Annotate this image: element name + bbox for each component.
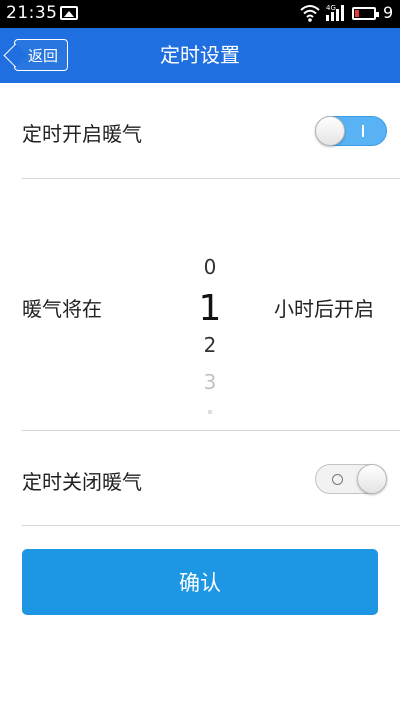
- picker-fade-marker: [208, 410, 212, 414]
- battery-level: 9: [383, 3, 394, 22]
- status-time: 21:35: [6, 3, 58, 23]
- app-header: 返回 定时设置: [0, 28, 400, 83]
- toggle-knob: [315, 116, 345, 146]
- delay-suffix-label: 小时后开启: [274, 297, 374, 321]
- timer-off-toggle[interactable]: [315, 464, 387, 494]
- back-button[interactable]: 返回: [14, 39, 68, 71]
- toggle-on-mark-icon: [362, 125, 364, 137]
- confirm-button-label: 确认: [179, 571, 221, 595]
- picker-option-selected[interactable]: 1: [180, 288, 240, 329]
- back-button-label: 返回: [27, 46, 58, 65]
- wifi-icon: [300, 5, 320, 22]
- picker-option[interactable]: 0: [180, 255, 240, 279]
- timer-on-toggle[interactable]: [315, 116, 387, 146]
- timer-on-label: 定时开启暖气: [22, 122, 142, 146]
- network-type-label: 4G: [326, 4, 336, 12]
- divider: [22, 525, 400, 526]
- divider: [22, 430, 400, 431]
- picker-option[interactable]: 3: [180, 370, 240, 394]
- delay-prefix-label: 暖气将在: [22, 297, 102, 321]
- timer-off-label: 定时关闭暖气: [22, 470, 142, 494]
- toggle-knob: [357, 464, 387, 494]
- confirm-button[interactable]: 确认: [22, 549, 378, 615]
- status-bar: 21:35 4G 9: [0, 0, 400, 28]
- picker-option[interactable]: 2: [180, 333, 240, 357]
- toggle-off-mark-icon: [332, 474, 343, 485]
- signal-icon: 4G: [326, 4, 344, 21]
- battery-icon: [352, 7, 379, 20]
- image-icon: [60, 6, 78, 20]
- divider: [22, 178, 400, 179]
